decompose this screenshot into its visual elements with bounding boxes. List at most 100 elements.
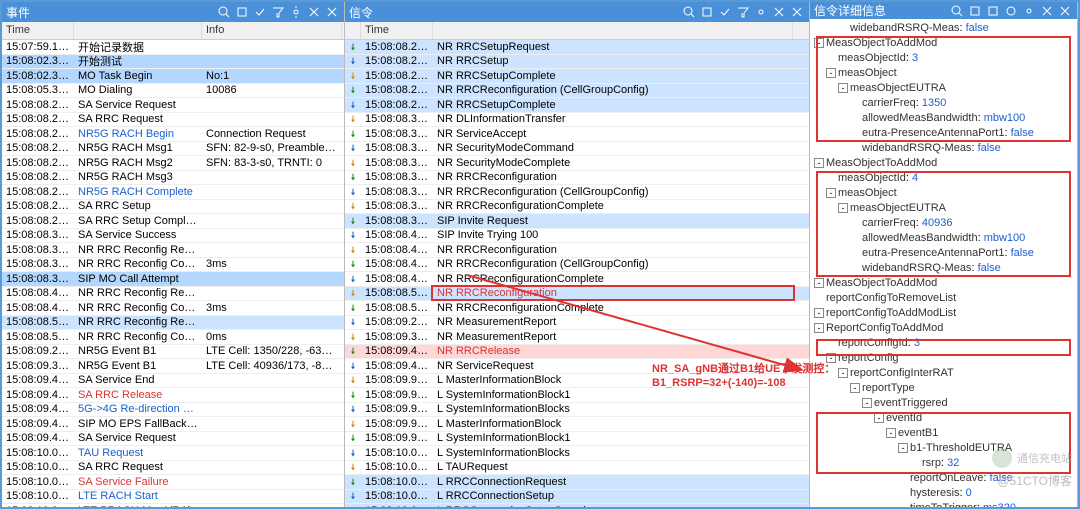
expand-icon[interactable] <box>985 3 1001 19</box>
signal-row[interactable]: 15:08:08.342 NR RRCReconfiguration <box>345 171 809 186</box>
tree-node[interactable]: -reportConfig <box>814 351 1073 366</box>
signal-row[interactable]: 15:08:08.358 NR RRCReconfigurationComple… <box>345 200 809 215</box>
signal-row[interactable]: 15:08:08.248 NR RRCSetupRequest <box>345 40 809 55</box>
tree-toggle-icon[interactable]: - <box>814 38 824 48</box>
search-icon[interactable] <box>949 3 965 19</box>
home-icon[interactable] <box>699 4 715 20</box>
event-row[interactable]: 15:08:09.325 NR5G Event B1 LTE Cell: 409… <box>2 359 344 374</box>
event-row[interactable]: 15:08:09.294 NR5G Event B1 LTE Cell: 135… <box>2 345 344 360</box>
tree-node[interactable]: -reportConfigToAddModList <box>814 306 1073 321</box>
col-time[interactable]: Time <box>2 22 74 39</box>
signal-row[interactable]: 15:08:10.027 L SystemInformationBlocks <box>345 446 809 461</box>
tree-node[interactable]: allowedMeasBandwidth: mbw100 <box>814 111 1073 126</box>
tree-node[interactable]: -eventTriggered <box>814 396 1073 411</box>
tree-node[interactable]: -eventId <box>814 411 1073 426</box>
event-row[interactable]: 15:08:08.248 NR5G RACH Complete <box>2 185 344 200</box>
event-row[interactable]: 15:08:10.027 LTE PRACH Msg1(RA) <box>2 504 344 507</box>
event-row[interactable]: 15:08:09.403 SA Service End <box>2 374 344 389</box>
event-row[interactable]: 15:08:08.342 NR RRC Reconfig Request <box>2 243 344 258</box>
event-row[interactable]: 15:08:08.248 NR5G RACH Begin Connection … <box>2 127 344 142</box>
signal-row[interactable]: 15:08:10.027 L TAURequest <box>345 461 809 476</box>
signal-row[interactable]: 15:08:09.403 NR RRCRelease <box>345 345 809 360</box>
signal-row[interactable]: 15:08:08.342 NR RRCReconfiguration (Cell… <box>345 185 809 200</box>
tree-toggle-icon[interactable]: - <box>814 278 824 288</box>
tree-node[interactable]: -MeasObjectToAddMod <box>814 276 1073 291</box>
tree-node[interactable]: timeToTrigger: ms320 <box>814 501 1073 507</box>
tree-node[interactable]: -measObjectEUTRA <box>814 201 1073 216</box>
event-row[interactable]: 15:08:09.403 SA RRC Release <box>2 388 344 403</box>
signal-row[interactable]: 15:08:10.074 L RRCConnectionSetupComplet… <box>345 504 809 507</box>
tree-node[interactable]: reportConfigToRemoveList <box>814 291 1073 306</box>
signal-row[interactable]: 15:08:09.996 L SystemInformationBlocks <box>345 403 809 418</box>
event-row[interactable]: 15:08:08.358 NR RRC Reconfig Complete 3m… <box>2 258 344 273</box>
event-row[interactable]: 15:08:10.027 SA Service Failure <box>2 475 344 490</box>
tree-node[interactable]: widebandRSRQ-Meas: false <box>814 141 1073 156</box>
signal-row[interactable]: 15:08:09.996 L MasterInformationBlock <box>345 417 809 432</box>
check-icon[interactable] <box>717 4 733 20</box>
event-row[interactable]: 15:08:08.233 SA Service Request <box>2 98 344 113</box>
signal-row[interactable]: 15:08:08.248 NR RRCSetup <box>345 55 809 70</box>
check-icon[interactable] <box>252 4 268 20</box>
signal-row[interactable]: 15:08:08.404 SIP Invite Trying 100 <box>345 229 809 244</box>
filter-icon[interactable] <box>270 4 286 20</box>
signal-row[interactable]: 15:08:08.280 NR RRCSetupComplete <box>345 98 809 113</box>
col-info[interactable]: Info <box>202 22 342 39</box>
event-row[interactable]: 15:08:09.403 5G->4G Re-direction Start <box>2 403 344 418</box>
event-row[interactable]: 15:08:10.027 SA RRC Request <box>2 461 344 476</box>
pin-icon[interactable] <box>1039 3 1055 19</box>
signal-row[interactable]: 15:08:08.326 NR DLInformationTransfer <box>345 113 809 128</box>
signal-row[interactable]: 15:08:08.592 NR RRCReconfiguration <box>345 287 809 302</box>
signal-row[interactable]: 15:08:10.027 L RRCConnectionRequest <box>345 475 809 490</box>
tree-node[interactable]: -reportConfigInterRAT <box>814 366 1073 381</box>
tree-node[interactable]: reportConfigId: 3 <box>814 336 1073 351</box>
tree-toggle-icon[interactable]: - <box>886 428 896 438</box>
tree-toggle-icon[interactable]: - <box>838 83 848 93</box>
event-row[interactable]: 15:08:08.280 SA RRC Setup Complete <box>2 214 344 229</box>
close-icon[interactable] <box>1057 3 1073 19</box>
event-row[interactable]: 15:08:08.248 NR5G RACH Msg2 SFN: 83-3-s0… <box>2 156 344 171</box>
tree-node[interactable]: carrierFreq: 40936 <box>814 216 1073 231</box>
signal-row[interactable]: 15:08:09.980 L SystemInformationBlock1 <box>345 388 809 403</box>
refresh-icon[interactable] <box>1003 3 1019 19</box>
tree-toggle-icon[interactable]: - <box>826 188 836 198</box>
tree-node[interactable]: -MeasObjectToAddMod <box>814 156 1073 171</box>
tree-node[interactable]: -MeasObjectToAddMod <box>814 36 1073 51</box>
event-row[interactable]: 15:08:08.326 SA Service Success <box>2 229 344 244</box>
event-row[interactable]: 15:08:05.378 MO Dialing 10086 <box>2 84 344 99</box>
event-row[interactable]: 15:08:08.420 NR RRC Reconfig Request <box>2 287 344 302</box>
tree-node[interactable]: allowedMeasBandwidth: mbw100 <box>814 231 1073 246</box>
tree-node[interactable]: -eventB1 <box>814 426 1073 441</box>
search-icon[interactable] <box>681 4 697 20</box>
event-row[interactable]: 15:08:08.248 SA RRC Setup <box>2 200 344 215</box>
signal-row[interactable]: 15:08:08.326 NR SecurityModeComplete <box>345 156 809 171</box>
settings-icon[interactable] <box>288 4 304 20</box>
event-row[interactable]: 15:08:10.027 LTE RACH Start <box>2 490 344 505</box>
home-icon[interactable] <box>967 3 983 19</box>
signal-row[interactable]: 15:08:08.373 SIP Invite Request <box>345 214 809 229</box>
close-icon[interactable] <box>324 4 340 20</box>
close-icon[interactable] <box>789 4 805 20</box>
pin-icon[interactable] <box>306 4 322 20</box>
event-row[interactable]: 15:08:09.403 SIP MO EPS FallBack Start <box>2 417 344 432</box>
signal-row[interactable]: 15:08:09.996 L SystemInformationBlock1 <box>345 432 809 447</box>
event-row[interactable]: 15:08:08.248 NR5G RACH Msg3 <box>2 171 344 186</box>
event-row[interactable]: 15:08:08.248 NR5G RACH Msg1 SFN: 82-9-s0… <box>2 142 344 157</box>
tree-node[interactable]: -measObject <box>814 186 1073 201</box>
tree-toggle-icon[interactable]: - <box>826 68 836 78</box>
tree-toggle-icon[interactable]: - <box>874 413 884 423</box>
filter-icon[interactable] <box>735 4 751 20</box>
tree-toggle-icon[interactable]: - <box>838 368 848 378</box>
tree-node[interactable]: eutra-PresenceAntennaPort1: false <box>814 126 1073 141</box>
event-row[interactable]: 15:08:08.436 NR RRC Reconfig Complete 3m… <box>2 301 344 316</box>
tree-toggle-icon[interactable]: - <box>814 308 824 318</box>
tree-toggle-icon[interactable]: - <box>814 158 824 168</box>
tree-toggle-icon[interactable]: - <box>838 203 848 213</box>
tree-node[interactable]: -reportType <box>814 381 1073 396</box>
detail-tree[interactable]: widebandRSRQ-Meas: false-MeasObjectToAdd… <box>810 19 1077 507</box>
col-time[interactable]: Time <box>361 22 433 39</box>
signal-row[interactable]: 15:08:08.326 NR ServiceAccept <box>345 127 809 142</box>
signal-row[interactable]: 15:08:08.436 NR RRCReconfigurationComple… <box>345 272 809 287</box>
event-row[interactable]: 15:08:08.373 SIP MO Call Attempt <box>2 272 344 287</box>
signal-row[interactable]: 15:08:09.325 NR MeasurementReport <box>345 330 809 345</box>
signal-row[interactable]: 15:08:08.592 NR RRCReconfigurationComple… <box>345 301 809 316</box>
